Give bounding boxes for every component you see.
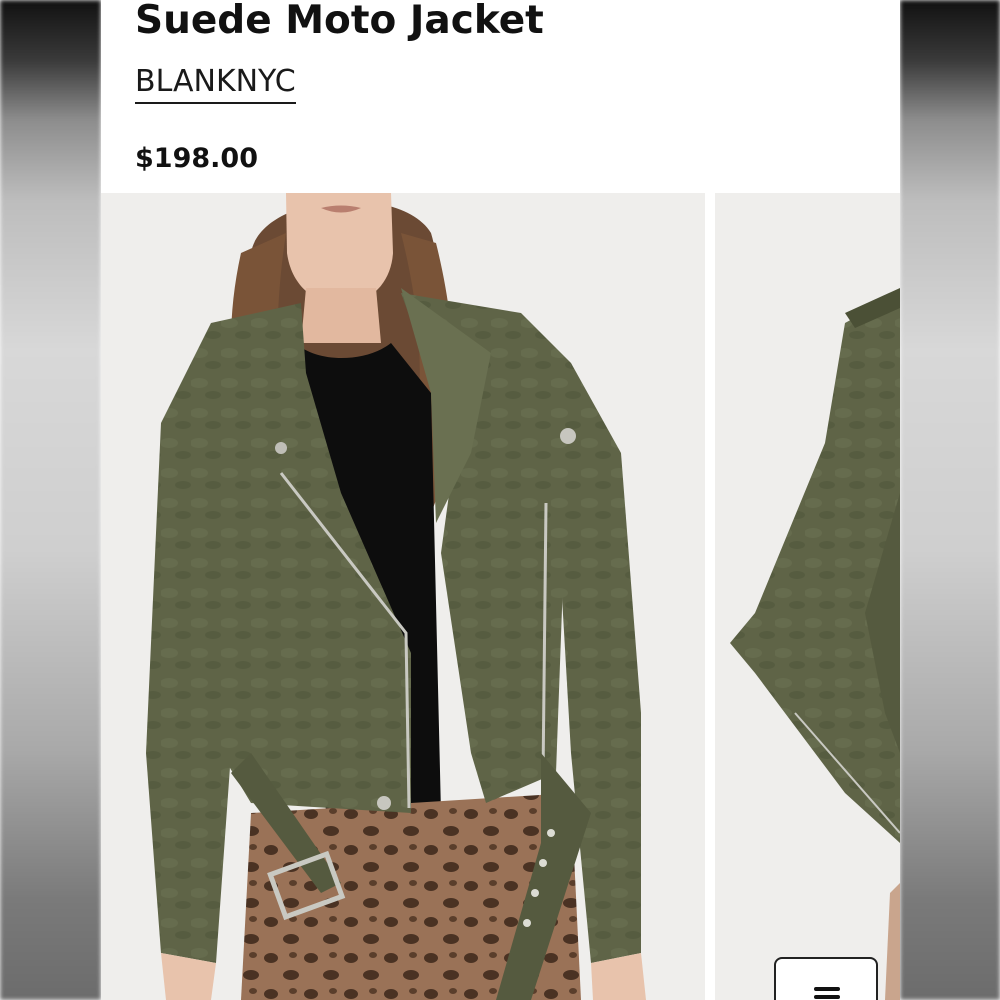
left-blur-gutter: [0, 0, 101, 1000]
menu-bars-icon: [814, 987, 840, 1000]
menu-button[interactable]: [774, 957, 878, 1000]
product-page: Suede Moto Jacket BLANKNYC $198.00: [101, 0, 900, 1000]
image-carousel[interactable]: [101, 193, 900, 1000]
right-blur-gutter: [900, 0, 1000, 1000]
model-front-illustration: [146, 193, 646, 1000]
product-title: Suede Moto Jacket: [135, 0, 544, 43]
product-image-front[interactable]: [101, 193, 705, 1000]
product-image-side[interactable]: [715, 193, 900, 1000]
model-side-illustration: [730, 288, 900, 1000]
product-price: $198.00: [135, 143, 258, 174]
brand-link[interactable]: BLANKNYC: [135, 64, 296, 104]
